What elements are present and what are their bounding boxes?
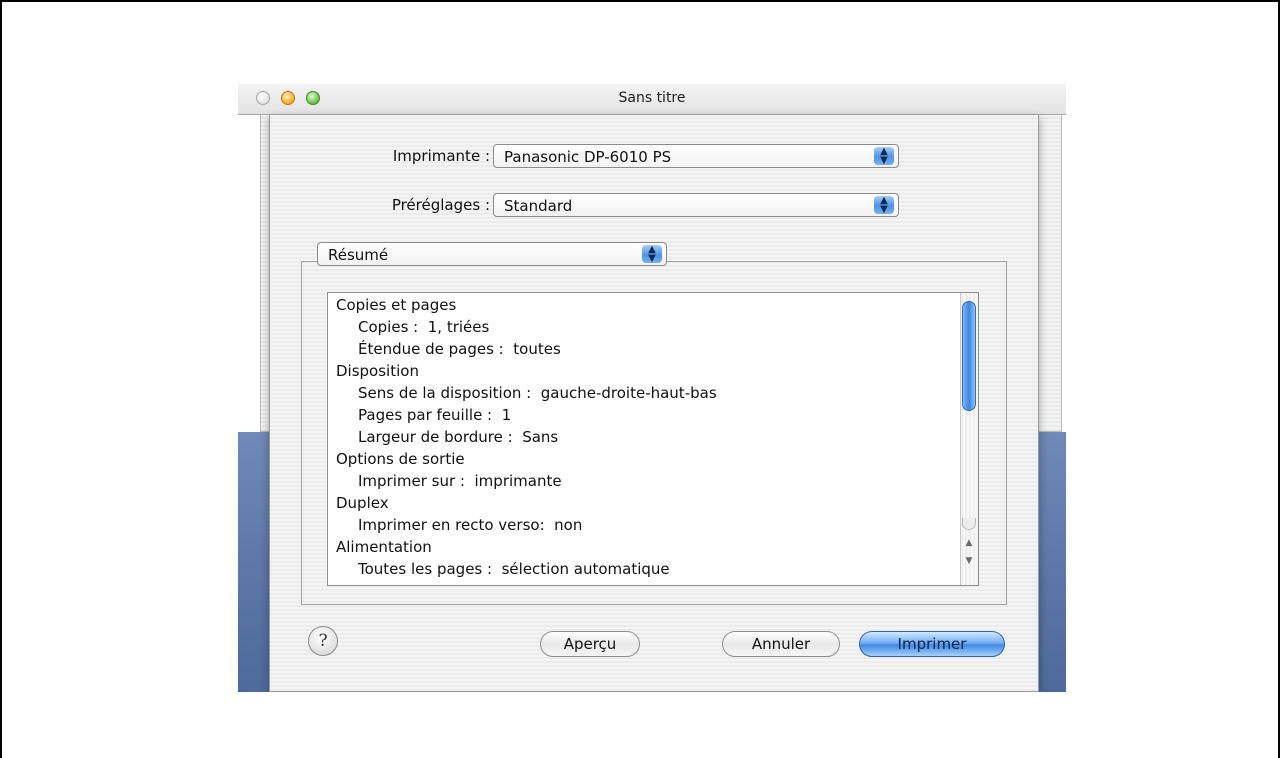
window-titlebar[interactable]: Sans titre [238,84,1066,115]
presets-popup[interactable]: Standard ▲ ▼ [493,193,899,217]
list-item: Duplex [336,494,389,512]
scroll-down-arrow-icon[interactable]: ▼ [961,553,977,569]
list-item: Largeur de bordure : Sans [358,428,559,446]
window-title: Sans titre [618,90,686,106]
vertical-scrollbar[interactable]: ▲ ▼ [960,293,978,585]
scroll-up-arrow-icon[interactable]: ▲ [961,535,977,551]
up-down-arrows-icon: ▲ ▼ [874,196,894,215]
list-item: Options de sortie [336,450,465,468]
list-item: Alimentation [336,538,432,556]
printer-label: Imprimante : [392,147,490,165]
list-item: Copies : 1, triées [358,318,490,336]
printer-value: Panasonic DP-6010 PS [504,148,672,166]
list-item: Imprimer en recto verso: non [358,516,583,534]
list-item: Pages par feuille : 1 [358,406,512,424]
list-item: Étendue de pages : toutes [358,340,561,358]
printer-popup[interactable]: Panasonic DP-6010 PS ▲ ▼ [493,144,899,168]
preview-button[interactable]: Aperçu [540,631,640,657]
list-item: Toutes les pages : sélection automatique [358,560,670,578]
list-item: Imprimer sur : imprimante [358,472,562,490]
scroll-track-end [962,518,976,530]
screen: Sans titre Imprimante : Panasonic DP-601… [238,84,1066,692]
presets-label: Préréglages : [391,196,490,214]
presets-value: Standard [504,197,573,215]
up-down-arrows-icon: ▲ ▼ [642,245,662,264]
list-item: Disposition [336,362,419,380]
print-button[interactable]: Imprimer [859,631,1005,657]
panel-selector-value: Résumé [328,246,389,264]
print-sheet: Imprimante : Panasonic DP-6010 PS ▲ ▼ Pré… [269,115,1039,692]
help-button[interactable]: ? [308,626,338,656]
up-down-arrows-icon: ▲ ▼ [874,147,894,166]
list-item: Sens de la disposition : gauche-droite-h… [358,384,717,402]
scroll-thumb[interactable] [962,301,976,411]
summary-list[interactable]: Copies et pages Copies : 1, triées Étend… [327,292,979,586]
list-item: Copies et pages [336,296,457,314]
cancel-button[interactable]: Annuler [722,631,840,657]
panel-selector-popup[interactable]: Résumé ▲ ▼ [317,242,667,266]
